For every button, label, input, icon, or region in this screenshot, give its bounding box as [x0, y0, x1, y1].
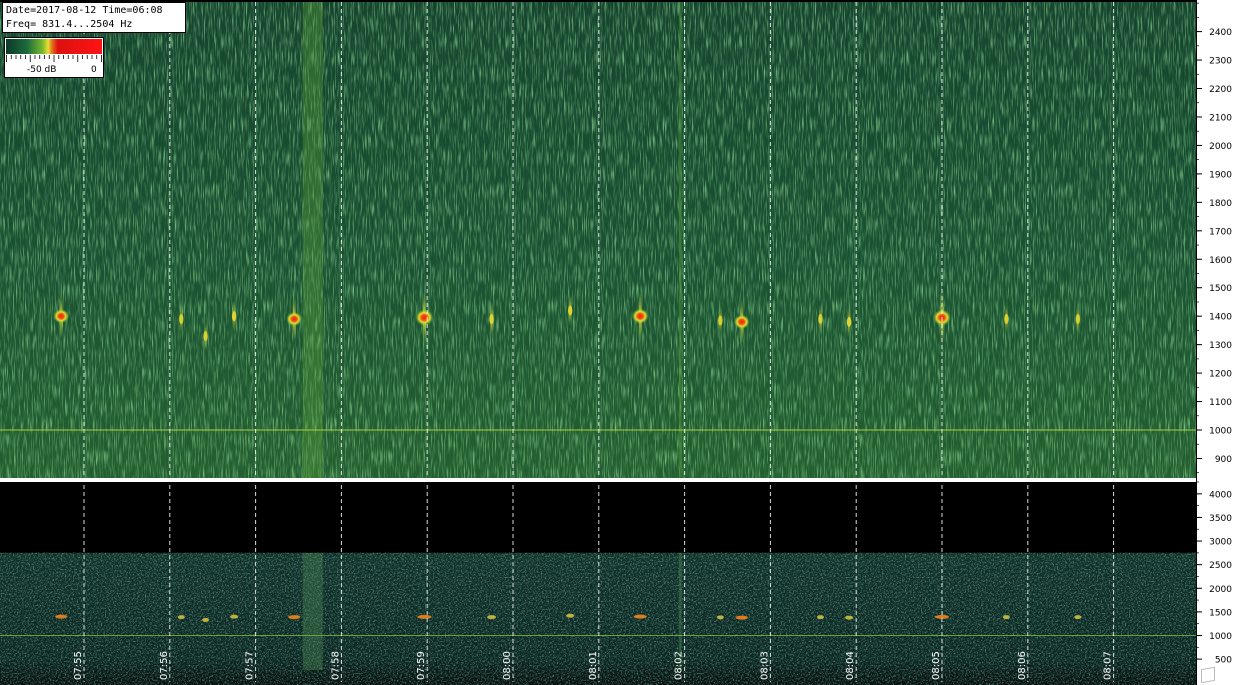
meteor-echo-lower	[177, 615, 185, 620]
freq-tick-label: 3000	[1209, 538, 1232, 548]
color-scale-ticks	[6, 55, 102, 62]
meteor-echo-lower	[487, 615, 497, 620]
meteor-echo	[489, 314, 494, 325]
upper-noise	[0, 2, 1196, 478]
time-tick-label: 07:58	[330, 651, 341, 680]
panel-separator	[0, 478, 1235, 482]
meteor-echo-lower	[55, 614, 68, 619]
time-tick-label: 08:04	[845, 651, 856, 680]
meteor-echo	[231, 311, 237, 322]
meteor-echo	[568, 305, 573, 316]
color-scale-legend: -50 dB 0	[4, 37, 104, 78]
freq-tick-label: 2300	[1209, 57, 1232, 67]
meteor-echo-lower	[633, 614, 647, 619]
freq-tick-label: 1000	[1209, 427, 1232, 437]
interference-band	[678, 2, 682, 478]
freq-tick-label: 1800	[1209, 199, 1232, 209]
meteor-echo	[203, 331, 208, 342]
time-tick-label: 08:05	[931, 651, 942, 680]
time-tick-label: 07:59	[416, 651, 427, 680]
meteor-echo-lower	[1002, 615, 1010, 620]
freq-tick-label: 1700	[1209, 227, 1232, 237]
color-scale-bar	[6, 39, 102, 54]
freq-tick-label: 1500	[1209, 608, 1232, 618]
date-time-label: Date=2017-08-12 Time=06:08	[6, 5, 163, 16]
meteor-echo	[179, 314, 184, 325]
spectrogram-chart: 900 1000 1100 1200 1300 1400 1500 1600 1700 1800 1…	[0, 0, 1235, 685]
upper-spectrogram-panel	[0, 2, 1235, 482]
interference-band	[302, 2, 323, 478]
meteor-echo-lower	[230, 614, 239, 619]
meteor-echo-lower	[816, 615, 824, 620]
meteor-echo	[733, 314, 750, 330]
time-tick-label: 08:02	[674, 651, 685, 680]
time-tick-label: 07:56	[159, 651, 170, 680]
freq-tick-label: 2200	[1209, 85, 1232, 95]
spectrogram-view: 900 1000 1100 1200 1300 1400 1500 1600 1700 1800 1…	[0, 0, 1235, 685]
freq-tick-label: 2000	[1209, 585, 1232, 595]
meteor-echo	[631, 308, 649, 324]
meteor-echo	[1075, 314, 1081, 325]
freq-tick-label: 2000	[1209, 142, 1232, 152]
resize-grip-icon[interactable]	[1201, 666, 1215, 684]
freq-tick-label: 1200	[1209, 370, 1232, 380]
freq-tick-label: 900	[1215, 455, 1232, 465]
date-frequency-info: Date=2017-08-12 Time=06:08 Freq= 831.4..…	[2, 2, 186, 33]
time-tick-label: 08:03	[759, 651, 770, 680]
freq-tick-label: 1500	[1209, 284, 1232, 294]
time-tick-label: 08:01	[588, 651, 599, 680]
freq-tick-label: 1100	[1209, 398, 1232, 408]
frequency-range-label: Freq= 831.4...2504 Hz	[6, 19, 133, 30]
freq-tick-label: 4000	[1209, 490, 1232, 500]
meteor-echo-lower	[202, 617, 210, 622]
meteor-echo	[286, 311, 303, 327]
freq-tick-label: 3500	[1209, 514, 1232, 524]
meteor-echo	[53, 308, 70, 324]
legend-max-label: 0	[91, 65, 97, 75]
freq-tick-label: 1400	[1209, 313, 1232, 323]
meteor-echo	[1004, 314, 1009, 325]
interference-band-lower	[302, 552, 323, 670]
freq-tick-label: 1300	[1209, 341, 1232, 351]
time-tick-label: 08:00	[502, 651, 513, 680]
meteor-echo	[415, 309, 434, 326]
freq-tick-label: 2100	[1209, 113, 1232, 123]
freq-tick-label: 1900	[1209, 170, 1232, 180]
meteor-echo	[846, 316, 852, 327]
freq-tick-label: 2400	[1209, 28, 1232, 38]
meteor-echo	[818, 314, 823, 325]
time-tick-label: 07:55	[73, 651, 84, 680]
meteor-echo-lower	[735, 615, 748, 620]
meteor-echo-lower	[566, 613, 575, 618]
freq-tick-label: 2500	[1209, 561, 1232, 571]
time-tick-label: 07:57	[245, 651, 256, 680]
freq-tick-label: 1000	[1209, 632, 1232, 642]
legend-min-label: -50 dB	[27, 65, 57, 75]
meteor-echo-lower	[288, 615, 301, 620]
meteor-echo-lower	[845, 615, 854, 620]
meteor-echo-lower	[716, 615, 724, 620]
time-tick-label: 08:06	[1017, 651, 1028, 680]
meteor-echo-lower	[417, 614, 432, 619]
freq-tick-label: 500	[1215, 656, 1232, 666]
frequency-axis: 900 1000 1100 1200 1300 1400 1500 1600 1700 1800 1…	[1196, 0, 1235, 685]
time-tick-label: 08:07	[1103, 651, 1114, 680]
meteor-echo-lower	[1074, 615, 1082, 620]
freq-tick-label: 1600	[1209, 256, 1232, 266]
meteor-echo	[718, 315, 723, 326]
